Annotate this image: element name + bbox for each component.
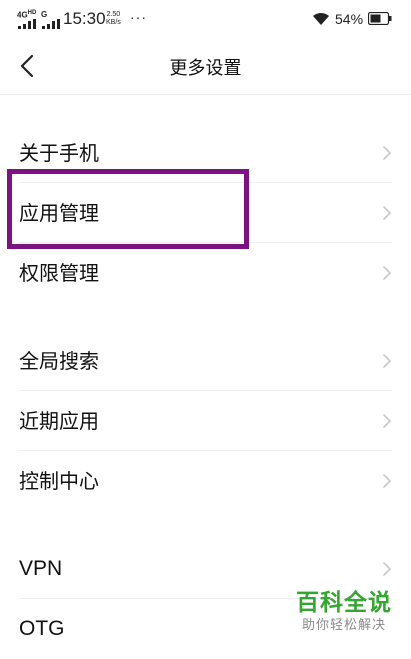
clock: 15:30 <box>63 9 106 28</box>
settings-item-label: 控制中心 <box>19 469 99 493</box>
settings-item-recent-apps[interactable]: 近期应用 <box>0 391 411 451</box>
wifi-icon <box>313 12 329 25</box>
settings-item-label: 近期应用 <box>19 409 99 433</box>
settings-item-permission-management[interactable]: 权限管理 <box>0 243 411 303</box>
chevron-right-icon <box>383 414 391 428</box>
network-speed-unit: KB/s <box>106 19 121 26</box>
battery-icon <box>368 12 392 25</box>
chevron-right-icon <box>383 266 391 280</box>
settings-item-label: OTG <box>19 617 65 640</box>
network-hd-label: HD <box>27 10 37 16</box>
network-speed-value: 2.50 <box>106 11 121 18</box>
settings-item-label: 权限管理 <box>19 261 99 285</box>
settings-item-label: VPN <box>19 557 63 580</box>
page-title: 更多设置 <box>169 58 242 79</box>
chevron-right-icon <box>383 354 391 368</box>
watermark-subtitle: 助你轻松解决 <box>301 618 386 633</box>
signal-bars-icon <box>18 19 36 29</box>
settings-item-control-center[interactable]: 控制中心 <box>0 451 411 511</box>
more-notifications-icon: ··· <box>130 9 147 25</box>
highlight-annotation-box <box>7 169 249 249</box>
status-bar: 4GHD G 15:30 2.50 KB/s ··· 54% <box>0 0 411 38</box>
chevron-right-icon <box>383 206 391 220</box>
chevron-right-icon <box>383 474 391 488</box>
network-speed: 2.50 KB/s <box>106 11 121 27</box>
settings-item-label: 关于手机 <box>19 141 99 165</box>
network-type-2: G <box>41 10 48 19</box>
chevron-right-icon <box>383 146 391 160</box>
watermark-title: 百科全说 <box>296 590 392 616</box>
watermark-logo: 百科全说 助你轻松解决 <box>288 589 400 635</box>
chevron-right-icon <box>383 562 391 576</box>
settings-item-label: 全局搜索 <box>19 349 99 373</box>
battery-percent: 54% <box>335 11 364 27</box>
app-header: 更多设置 <box>0 38 411 94</box>
settings-item-global-search[interactable]: 全局搜索 <box>0 331 411 391</box>
signal-bars-2-icon <box>42 19 60 29</box>
